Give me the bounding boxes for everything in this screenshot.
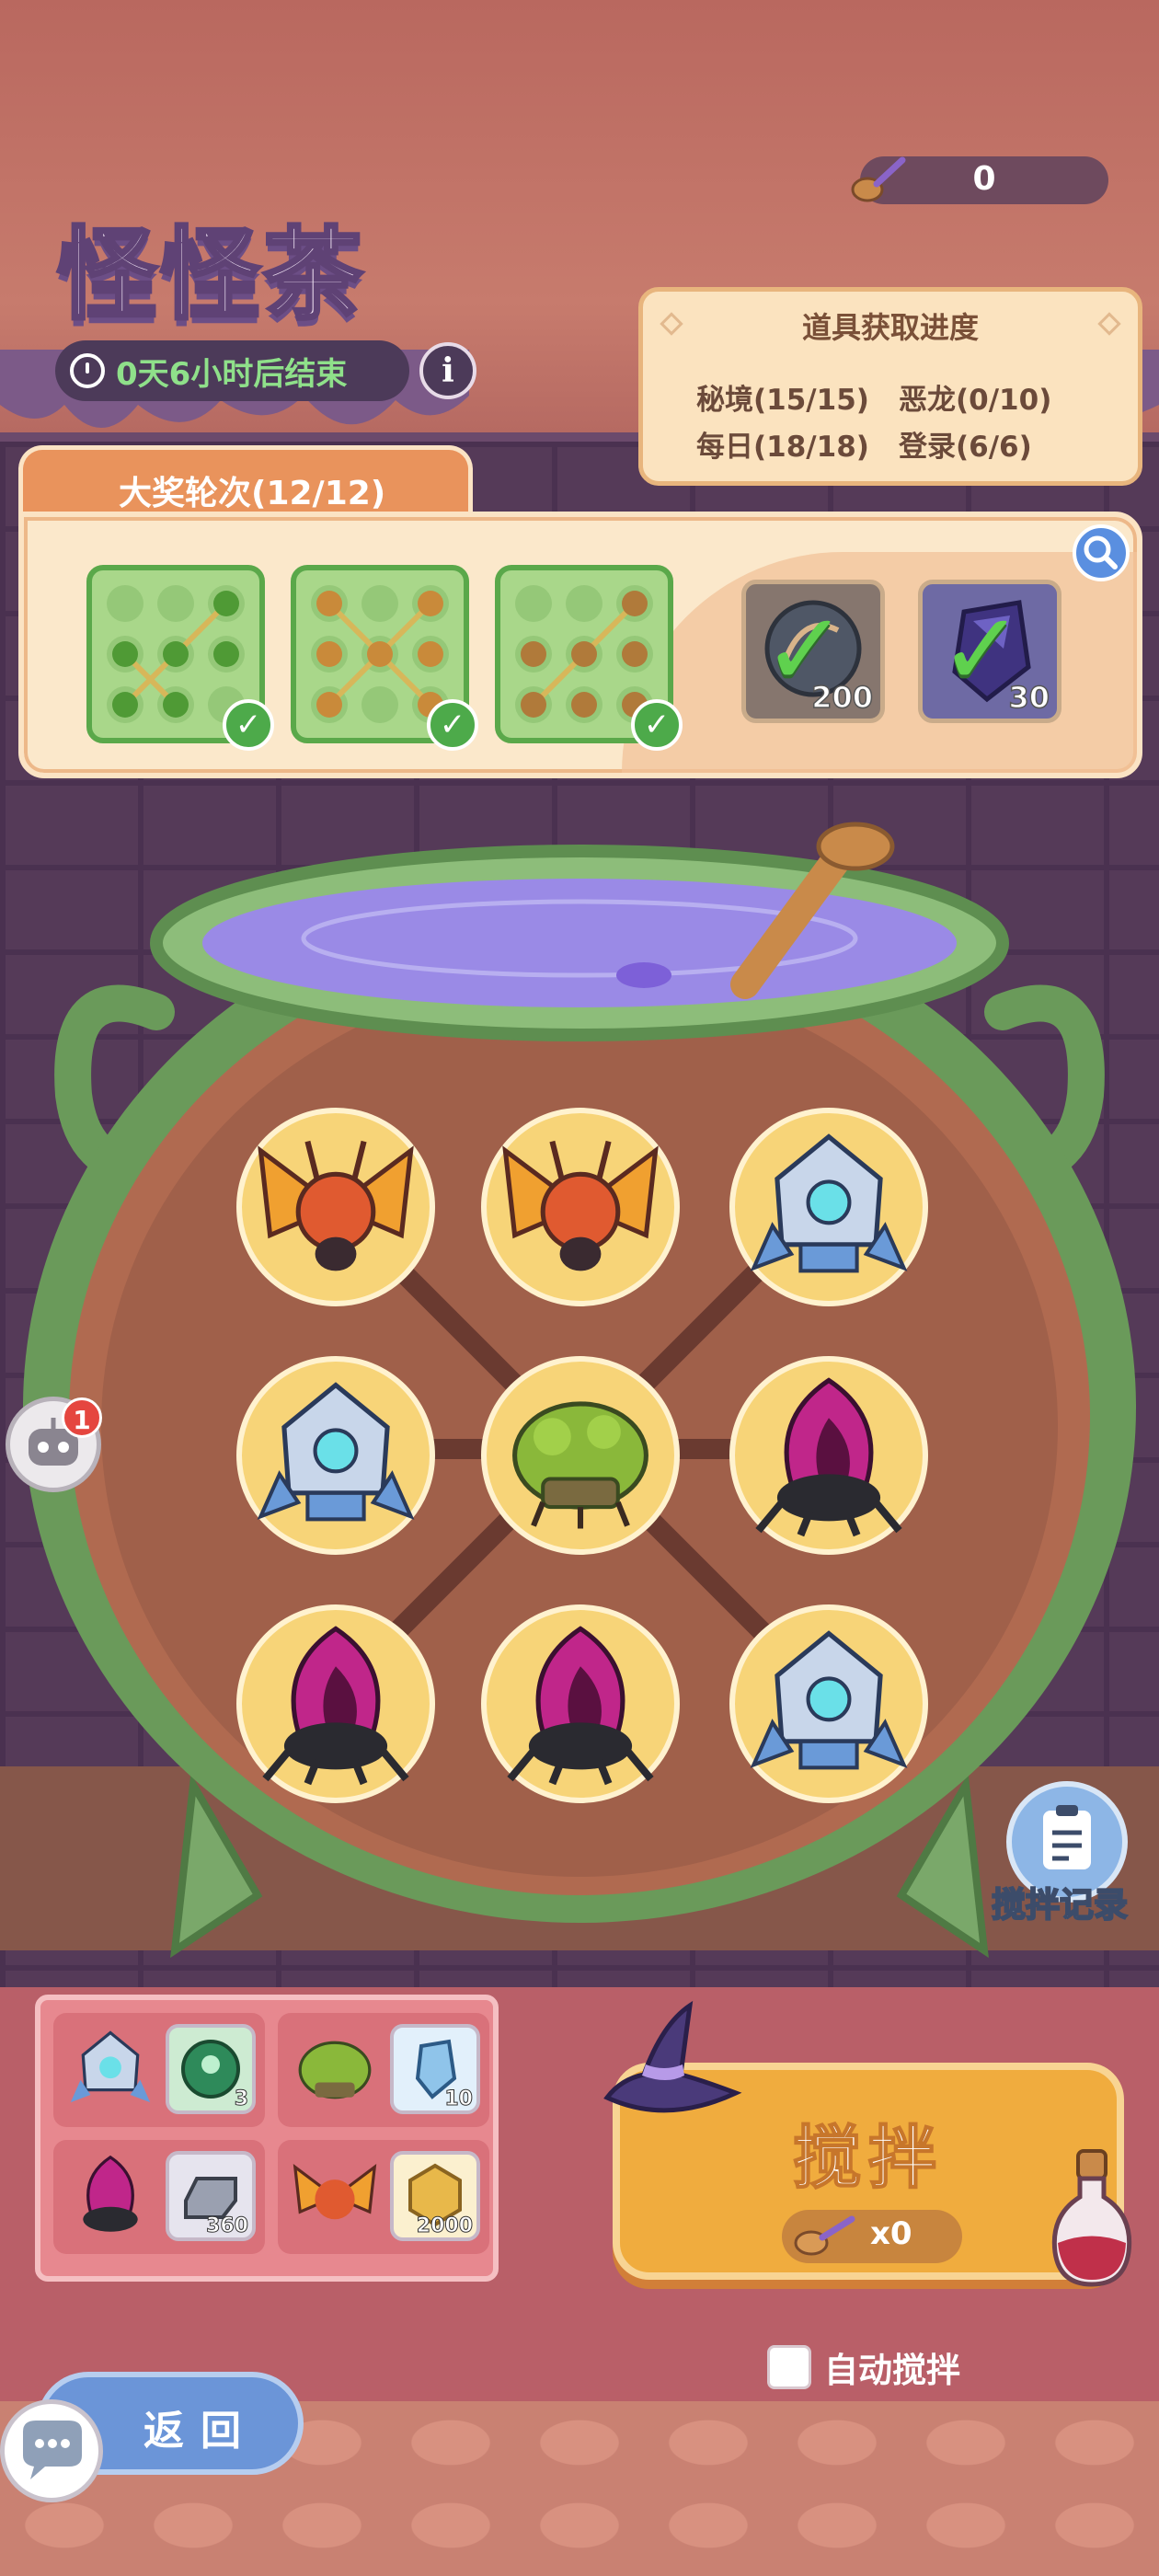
back-label: 返回 <box>143 2408 258 2455</box>
reward-row: 3 <box>53 2013 265 2127</box>
shadow-spider-icon <box>507 1626 654 1786</box>
progress-item-dragon: 恶龙(0/10) <box>899 384 1052 417</box>
slot-fire-moth <box>481 1108 680 1306</box>
completed-check-icon: ✓ <box>427 699 478 751</box>
progress-item-daily: 每日(18/18) <box>696 431 869 464</box>
shadow-spider-icon <box>262 1626 409 1786</box>
reward-count: 30 <box>1008 679 1050 716</box>
chat-bubble-icon <box>23 2421 82 2479</box>
fire-moth-icon <box>258 1140 414 1271</box>
prize-board[interactable]: ✓ <box>495 565 683 751</box>
slot-ice-golem <box>236 1356 435 1555</box>
slot-ice-golem <box>729 1604 928 1803</box>
spoon-icon <box>794 2215 855 2256</box>
potion-icon <box>1051 2149 1132 2287</box>
item-progress-panel: 道具获取进度 秘境(15/15) 恶龙(0/10) 每日(18/18) 登录(6… <box>638 287 1142 486</box>
prize-reward-stone-ring[interactable]: ✓ 200 <box>741 580 885 723</box>
shadow-spider-icon <box>755 1377 902 1537</box>
item-count: 3 <box>234 2087 248 2111</box>
completed-check-icon: ✓ <box>631 699 683 751</box>
item-count: 10 <box>444 2087 474 2111</box>
green-emblem-icon: 3 <box>166 2024 256 2114</box>
moss-beetle-icon <box>512 1401 648 1529</box>
ice-golem-icon <box>750 1133 908 1273</box>
event-timer: 0天6小时后结束 <box>55 340 409 401</box>
progress-item-secret-realm: 秘境(15/15) <box>696 384 869 417</box>
fire-moth-icon <box>502 1140 659 1271</box>
slot-shadow-spider <box>481 1604 680 1803</box>
auto-stir-checkbox[interactable] <box>767 2345 811 2389</box>
spoon-count: 0 <box>972 160 996 198</box>
progress-title: 道具获取进度 <box>801 310 979 345</box>
ice-golem-icon <box>750 1630 908 1770</box>
slot-shadow-spider <box>729 1356 928 1555</box>
shadow-spider-icon <box>83 2155 138 2232</box>
fire-moth-icon <box>293 2164 377 2220</box>
completed-check-icon: ✓ <box>223 699 274 751</box>
silver-ingot-icon: 360 <box>166 2151 256 2241</box>
item-count: 360 <box>206 2214 249 2238</box>
blue-crystal-icon: 10 <box>390 2024 480 2114</box>
reward-count: 200 <box>810 679 873 716</box>
magnifier-icon <box>1084 535 1118 569</box>
chat-button[interactable] <box>0 2399 103 2502</box>
robot-chat-button[interactable]: 1 <box>6 1397 102 1492</box>
search-button[interactable] <box>1073 524 1130 581</box>
reward-row: 360 <box>53 2140 265 2254</box>
notification-badge: 1 <box>62 1397 102 1438</box>
reward-row: 10 <box>278 2013 489 2127</box>
page-title: 怪怪茶 <box>55 216 367 335</box>
slot-shadow-spider <box>236 1604 435 1803</box>
stir-cost: x0 <box>782 2210 962 2263</box>
progress-item-login: 登录(6/6) <box>899 431 1032 464</box>
witch-hat-icon <box>603 2000 742 2113</box>
prize-reward-purple-crystal[interactable]: ✓ 30 <box>918 580 1061 723</box>
grand-prize-round-label: 大奖轮次(12/12) <box>119 475 386 512</box>
prize-board[interactable]: ✓ <box>86 565 274 751</box>
stir-cost-value: x0 <box>870 2215 912 2252</box>
auto-stir-toggle[interactable]: 自动搅拌 <box>767 2342 960 2392</box>
spoon-counter: 0 <box>851 156 1108 204</box>
slot-fire-moth <box>236 1108 435 1306</box>
stir-record-button[interactable]: 搅拌记录 <box>984 1781 1150 1928</box>
gold-coin-icon: 2000 <box>390 2151 480 2241</box>
slot-ice-golem <box>729 1108 928 1306</box>
moss-beetle-icon <box>298 2041 372 2099</box>
auto-stir-label: 自动搅拌 <box>824 2351 960 2390</box>
ice-golem-icon <box>257 1382 415 1522</box>
reward-list-panel: 3 10 360 2000 <box>35 1995 499 2282</box>
ice-golem-icon <box>70 2030 151 2103</box>
item-count: 2000 <box>416 2214 473 2238</box>
progress-list: 秘境(15/15) 恶龙(0/10) 每日(18/18) 登录(6/6) <box>696 376 1101 465</box>
grand-prize-tab: 大奖轮次(12/12) <box>18 445 473 519</box>
timer-text: 0天6小时后结束 <box>116 355 348 393</box>
prize-board[interactable]: ✓ <box>291 565 478 751</box>
slot-moss-beetle <box>481 1356 680 1555</box>
info-button[interactable]: i <box>419 342 476 399</box>
reward-row: 2000 <box>278 2140 489 2254</box>
clock-icon <box>70 353 105 388</box>
stir-record-label: 搅拌记录 <box>991 1884 1129 1926</box>
